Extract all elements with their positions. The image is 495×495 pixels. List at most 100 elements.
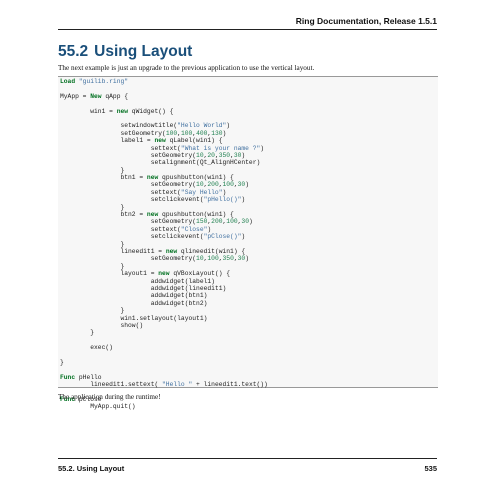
code-token: addwidget(lineedit1) — [60, 284, 227, 292]
code-token: } — [60, 262, 125, 270]
code-line: label1 = new qLabel(win1) { — [60, 137, 436, 144]
code-token: 30 — [241, 218, 249, 226]
page-number: 535 — [424, 464, 437, 473]
section-title: Using Layout — [94, 43, 193, 60]
code-line: show() — [60, 322, 436, 329]
code-token: settext( — [60, 225, 181, 233]
code-token: setGeometry( — [60, 181, 197, 189]
code-token: MyApp = — [60, 92, 91, 100]
code-line: setGeometry(10,100,350,30) — [60, 255, 436, 262]
code-line: lineedit1 = new qlineedit(win1) { — [60, 248, 436, 255]
code-token: new — [146, 211, 159, 219]
code-token: } — [60, 329, 95, 337]
code-line: win1.setlayout(layout1) — [60, 315, 436, 322]
code-token: 10 — [196, 181, 204, 189]
code-line: btn2 = new qpushbutton(win1) { — [60, 211, 436, 218]
code-line: setclickevent("pHello()") — [60, 196, 436, 203]
code-token: "guilib.ring" — [78, 78, 129, 85]
code-token: lineedit1.settext( — [60, 381, 163, 389]
code-line: lineedit1.settext( "Hello " + lineedit1.… — [60, 381, 436, 388]
code-token: setalignment(Qt_AlignHCenter) — [60, 159, 261, 167]
code-token: qWidget() { — [128, 107, 174, 115]
code-token: settext( — [60, 188, 181, 196]
code-token: } — [60, 358, 64, 366]
code-token: ) — [245, 255, 249, 263]
code-token: addwidget(btn1) — [60, 292, 208, 300]
code-line: setGeometry(10,20,350,30) — [60, 152, 436, 159]
section-heading: 55.2 Using Layout — [58, 43, 192, 61]
code-line: setclickevent("pClose()") — [60, 233, 436, 240]
code-token: 200 — [211, 218, 223, 226]
code-token: "pHello()" — [203, 196, 242, 204]
code-token: 10 — [196, 151, 204, 159]
code-token: new — [146, 174, 159, 182]
code-line: exec() — [60, 344, 436, 351]
intro-paragraph: The next example is just an upgrade to t… — [58, 64, 315, 72]
code-token: ) — [222, 129, 227, 137]
code-token: win1 = — [60, 107, 117, 115]
code-token: setclickevent( — [60, 196, 204, 204]
code-token: 100 — [226, 218, 238, 226]
code-token: ) — [241, 151, 246, 159]
code-token: 100 — [222, 181, 234, 189]
code-token: Func — [60, 373, 76, 381]
code-token: btn2 = — [60, 211, 147, 219]
code-token: "What is your name ?" — [180, 144, 261, 152]
code-token: New — [90, 92, 102, 100]
code-line: setGeometry(150,200,100,30) — [60, 218, 436, 225]
code-line: addwidget(lineedit1) — [60, 285, 436, 292]
code-token: Load — [60, 78, 76, 85]
code-token: setGeometry( — [60, 129, 166, 137]
code-token: win1.setlayout(layout1) — [60, 314, 208, 322]
code-token: "Hello World" — [177, 122, 227, 130]
code-token: } — [60, 203, 125, 211]
code-token: layout1 = — [60, 270, 159, 278]
code-token: qLabel(win1) { — [165, 137, 223, 145]
code-token: MyApp.quit() — [60, 403, 136, 411]
code-token: lineedit1 = — [60, 247, 166, 255]
code-line: Load "guilib.ring" — [60, 78, 436, 85]
code-line: addwidget(btn2) — [60, 300, 436, 307]
code-token: ) — [248, 218, 253, 226]
code-line: settext("Say Hello") — [60, 189, 436, 196]
code-token: ) — [222, 188, 227, 196]
code-token: setGeometry( — [60, 255, 197, 263]
runtime-caption: The application during the runtime! — [58, 393, 161, 401]
code-token: settext( — [60, 144, 181, 152]
code-token: "Close" — [180, 225, 208, 233]
code-line: MyApp.quit() — [60, 403, 436, 410]
code-token: new — [158, 270, 170, 278]
page-footer: 55.2. Using Layout 535 — [58, 458, 437, 473]
code-token: "pClose()" — [203, 233, 242, 241]
code-token: addwidget(btn2) — [60, 299, 208, 307]
code-token: 130 — [211, 129, 223, 137]
code-token: exec() — [60, 344, 113, 352]
header-rule — [58, 29, 437, 30]
code-token: 400 — [196, 129, 208, 137]
code-line: setalignment(Qt_AlignHCenter) — [60, 159, 436, 166]
code-token: qVBoxLayout() { — [169, 270, 231, 278]
code-line: setGeometry(100,100,400,130) — [60, 130, 436, 137]
code-token: 20 — [207, 151, 215, 159]
code-token: ) — [241, 196, 246, 204]
code-line: setwindowtitle("Hello World") — [60, 122, 436, 129]
code-token: } — [60, 240, 125, 248]
code-token: setGeometry( — [60, 151, 197, 159]
code-token: } — [60, 166, 125, 174]
code-token: 150 — [196, 218, 208, 226]
code-line: btn1 = new qpushbutton(win1) { — [60, 174, 436, 181]
code-token: 100 — [165, 129, 178, 137]
code-token: qlineedit(win1) { — [177, 247, 246, 255]
page-header: Ring Documentation, Release 1.5.1 — [0, 0, 495, 38]
code-line: settext("What is your name ?") — [60, 145, 436, 152]
code-token: qApp { — [101, 92, 129, 100]
code-token: pHello — [75, 373, 102, 381]
code-token: 10 — [196, 255, 204, 263]
code-line: } — [60, 241, 436, 248]
code-token: label1 = — [60, 137, 155, 145]
code-line: } — [60, 307, 436, 314]
footer-section-label: 55.2. Using Layout — [58, 464, 125, 473]
code-line: } — [60, 329, 436, 336]
